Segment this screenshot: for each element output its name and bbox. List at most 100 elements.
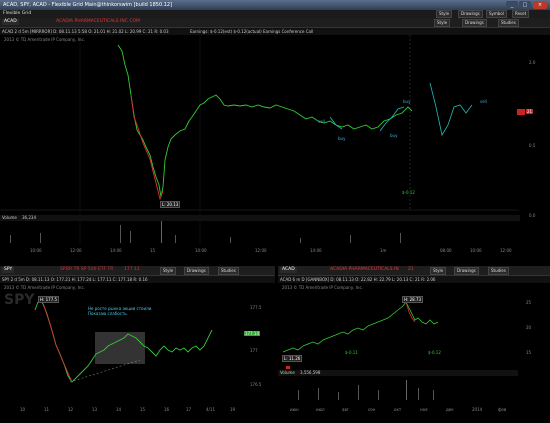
top-info-bar: ACAD 2 d 5m [MIRRROR] D: 08.11.13 5:58 O…: [0, 28, 550, 35]
acad-x-tick: окт: [394, 407, 402, 412]
acad-volume-bars: [298, 380, 434, 400]
spy-high-label: H: 177.5: [38, 296, 60, 303]
acad-info-bar: ACAD 6 m D [GANNBOX] D: 08.11.13 O: 22.8…: [278, 276, 550, 283]
sell-annotation-2: sell: [480, 99, 487, 104]
spy-price: 177.11: [124, 267, 140, 272]
top-price-level-3: 0.0: [529, 213, 536, 218]
acad-price: 21: [408, 267, 414, 272]
acad-x-tick: авг: [342, 407, 349, 412]
top-volume-label: Volume: [2, 215, 17, 220]
acad-symbol-field[interactable]: ACAD: [280, 267, 297, 273]
buy-annotation-2: buy: [390, 133, 398, 138]
spy-studies-button[interactable]: Studies: [218, 267, 239, 275]
spy-x-tick: 17: [186, 407, 192, 412]
spy-panel-header: SPY SPDR TR SP 500 ETF TR 177.11 Style D…: [0, 266, 275, 276]
spy-drawings-button[interactable]: Drawings: [184, 267, 209, 275]
spy-x-tick: 11: [44, 407, 50, 412]
spy-x-tick: 10: [20, 407, 26, 412]
acad-x-tick: июл: [316, 407, 325, 412]
top-x-tick: 14:00: [110, 248, 122, 253]
acad-y-tick: 15: [526, 350, 532, 355]
top-x-tick: 12:00: [255, 248, 267, 253]
spy-x-tick: 4/11: [206, 407, 215, 412]
top-x-tick: 15: [150, 248, 156, 253]
top-x-tick: 12:00: [70, 248, 82, 253]
acad-studies-button[interactable]: Studies: [488, 267, 509, 275]
spy-x-tick: 12: [68, 407, 74, 412]
spy-chart-note: Не росте рынка акции стоили. Показаю сла…: [88, 306, 153, 316]
top-x-tick: 10:00: [195, 248, 207, 253]
acad-daily-chart[interactable]: [278, 290, 550, 412]
acad-ticker-text: ACADIA PHARMACEUTICALS IN: [330, 267, 399, 272]
buy-annotation-3: buy: [403, 99, 411, 104]
spy-current-price: 177.14: [244, 331, 260, 336]
spy-y-tick: 176.5: [250, 382, 262, 387]
acad-volume-header: Volume 3,556,598: [278, 370, 518, 376]
top-price-chart[interactable]: [0, 35, 550, 265]
top-x-tick: 14:00: [310, 248, 322, 253]
acad-panel-header: ACAD ACADIA PHARMACEUTICALS IN 21 Style …: [278, 266, 550, 276]
top-volume-value: 36,234: [22, 215, 36, 220]
top-price-marker: 21: [526, 109, 534, 114]
top-low-label: L: 20.13: [160, 201, 181, 208]
spy-info-bar: SPY 2 d 5m D: 08.11.13 O: 177.21 H: 177.…: [0, 276, 275, 283]
window-drawings-button[interactable]: Drawings: [458, 10, 483, 18]
spy-x-tick: 15: [140, 407, 146, 412]
spy-symbol-field[interactable]: SPY: [2, 267, 15, 273]
top-x-tick: 1m: [380, 248, 387, 253]
acad-style-button[interactable]: Style: [430, 267, 447, 275]
window-titlebar: ACAD, SPY, ACAD - Flexible Grid Main@thi…: [0, 0, 550, 10]
acad-y-tick: 20: [526, 325, 532, 330]
top-x-tick: 10:00: [30, 248, 42, 253]
acad-x-axis: июн июл авг сен окт ноя дек 2014 фев: [278, 407, 550, 415]
acad-x-tick: 2014: [472, 407, 483, 412]
reset-button[interactable]: Reset: [512, 10, 530, 18]
top-x-tick: 12:00: [500, 248, 512, 253]
top-price-level-2: 0.5: [529, 143, 536, 148]
spy-x-tick: 14: [116, 407, 122, 412]
spy-ticker-text: SPDR TR SP 500 ETF TR: [60, 267, 114, 272]
acad-low-label: L: 11.26: [282, 355, 303, 362]
buy-annotation-1: buy: [338, 136, 346, 141]
window-style-button[interactable]: Style: [436, 10, 453, 18]
maximize-button[interactable]: □: [519, 1, 531, 9]
spy-info-text: SPY 2 d 5m D: 08.11.13 O: 177.21 H: 177.…: [2, 277, 148, 282]
spy-x-tick: 13: [92, 407, 98, 412]
acad-y-tick: 25: [526, 300, 532, 305]
top-x-axis: 10:00 12:00 14:00 15 10:00 12:00 14:00 1…: [0, 248, 550, 256]
spy-y-tick: 177: [250, 348, 258, 353]
top-style-button[interactable]: Style: [434, 19, 451, 27]
spy-x-tick: 19: [230, 407, 236, 412]
top-volume-header: Volume 36,234: [0, 215, 520, 221]
top-price-level-1: 2.0: [529, 60, 536, 65]
acad-x-tick: сен: [368, 407, 376, 412]
tab-flexible-grid[interactable]: Flexible Grid: [3, 11, 31, 16]
spy-x-axis: 10 11 12 13 14 15 16 17 4/11 19: [0, 407, 275, 415]
top-studies-button[interactable]: Studies: [498, 19, 519, 27]
acad-x-tick: июн: [290, 407, 299, 412]
spy-highlight-box: [95, 332, 145, 364]
top-x-tick: 08:00: [440, 248, 452, 253]
spy-style-button[interactable]: Style: [160, 267, 177, 275]
acad-high-label: H: 28.73: [402, 296, 424, 303]
spy-x-tick: 16: [164, 407, 170, 412]
acad-x-tick: ноя: [420, 407, 428, 412]
top-earnings-text: Earnings: $-0.12(est) $-0.12(actual) Ear…: [190, 29, 314, 34]
acad-volume-value: 3,556,598: [300, 370, 321, 375]
top-panel-header: ACAD ACADIA PHARMACEUTICALS INC COM Styl…: [0, 18, 550, 28]
close-button[interactable]: ×: [533, 1, 547, 9]
top-drawings-button[interactable]: Drawings: [462, 19, 487, 27]
acad-x-tick: дек: [446, 407, 454, 412]
top-ticker-text: ACADIA PHARMACEUTICALS INC COM: [56, 19, 140, 24]
sell-annotation-1: sell: [318, 119, 325, 124]
top-info-text: ACAD 2 d 5m [MIRRROR] D: 08.11.13 5:58 O…: [2, 29, 169, 34]
window-title: ACAD, SPY, ACAD - Flexible Grid Main@thi…: [3, 2, 173, 8]
top-symbol-field[interactable]: ACAD: [2, 19, 19, 25]
symbol-button[interactable]: Symbol: [486, 10, 507, 18]
top-earnings-value: $-0.12: [402, 190, 415, 195]
acad-drawings-button[interactable]: Drawings: [454, 267, 479, 275]
minimize-button[interactable]: _: [506, 1, 518, 9]
acad-x-tick: фев: [498, 407, 507, 412]
acad-info-text: ACAD 6 m D [GANNBOX] D: 08.11.13 O: 22.8…: [280, 277, 436, 282]
top-volume-bars: [10, 220, 401, 243]
